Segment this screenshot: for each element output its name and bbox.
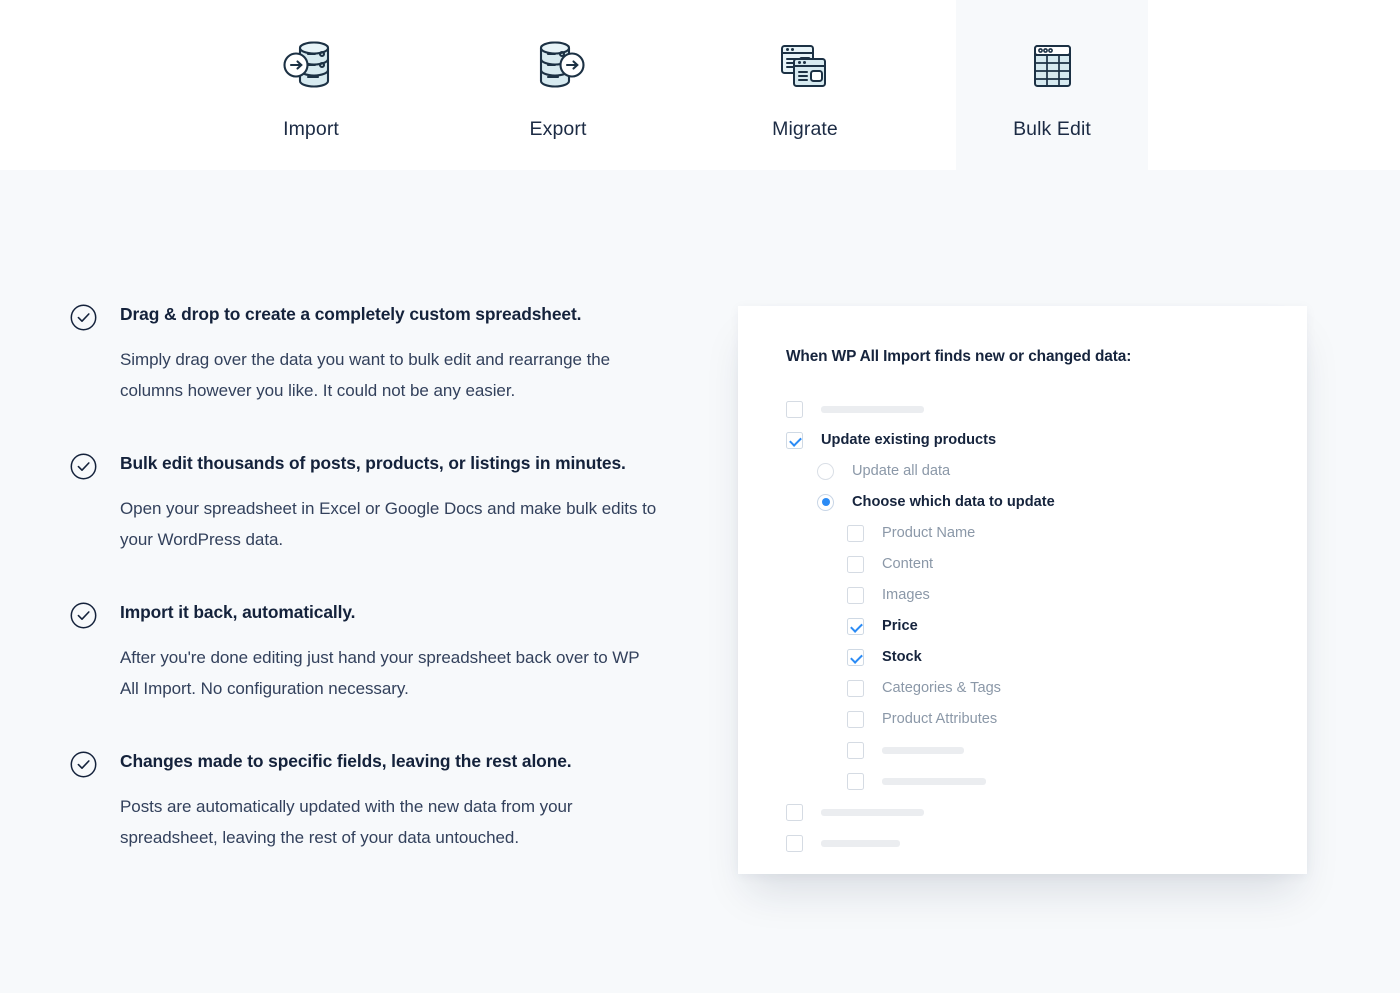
placeholder-bar — [821, 839, 900, 847]
feature-item: Changes made to specific fields, leaving… — [70, 748, 660, 853]
settings-row-label: Update all data — [852, 462, 951, 479]
tab-export[interactable]: Export — [462, 0, 654, 170]
placeholder-bar — [821, 405, 924, 413]
tabs-gap-2 — [654, 0, 709, 170]
product-tabs-bar: Import Export Migrate Bulk Edit — [0, 0, 1400, 170]
settings-row-label: Product Attributes — [882, 710, 998, 727]
settings-row[interactable]: Price — [786, 611, 1307, 641]
settings-row[interactable] — [786, 766, 1307, 796]
checkbox-checked[interactable] — [847, 648, 864, 666]
feature-title: Changes made to specific fields, leaving… — [120, 751, 572, 771]
settings-row-label: Choose which data to update — [852, 493, 1055, 510]
radio-selected[interactable] — [817, 493, 834, 511]
checkbox-unchecked[interactable] — [847, 524, 864, 542]
feature-body: Posts are automatically updated with the… — [120, 797, 573, 847]
placeholder-bar — [882, 777, 986, 785]
settings-row[interactable]: Choose which data to update — [786, 487, 1307, 517]
card-heading: When WP All Import finds new or changed … — [786, 348, 1132, 365]
settings-row[interactable] — [786, 394, 1307, 424]
tab-migrate[interactable]: Migrate — [709, 0, 901, 170]
main-content: Drag & drop to create a completely custo… — [0, 170, 1400, 993]
settings-row-label: Content — [882, 555, 934, 572]
checkbox-unchecked[interactable] — [786, 834, 803, 852]
tabs-gap-1 — [407, 0, 462, 170]
checkbox-unchecked[interactable] — [847, 772, 864, 790]
tabs-gap-3 — [901, 0, 956, 170]
feature-item: Import it back, automatically. After you… — [70, 599, 660, 704]
check-circle-icon — [70, 751, 97, 778]
settings-row[interactable] — [786, 797, 1307, 827]
radio-unselected[interactable] — [817, 462, 834, 480]
database-import-icon — [278, 36, 344, 96]
settings-row[interactable] — [786, 735, 1307, 765]
settings-row[interactable]: Update existing products — [786, 425, 1307, 455]
tabs-left-spacer — [0, 0, 215, 170]
spreadsheet-table-icon — [1019, 36, 1085, 96]
feature-list: Drag & drop to create a completely custo… — [70, 301, 660, 853]
settings-row[interactable]: Images — [786, 580, 1307, 610]
settings-row-label: Categories & Tags — [882, 679, 1001, 696]
feature-body: Open your spreadsheet in Excel or Google… — [120, 499, 657, 549]
settings-row-label: Update existing products — [821, 431, 997, 448]
settings-row-label: Product Name — [882, 524, 976, 541]
placeholder-bar — [882, 746, 964, 754]
checkbox-checked[interactable] — [786, 431, 803, 449]
tabs-right-spacer — [1148, 0, 1400, 170]
feature-title: Drag & drop to create a completely custo… — [120, 304, 582, 324]
update-settings-card: When WP All Import finds new or changed … — [738, 306, 1307, 874]
feature-title: Import it back, automatically. — [120, 602, 356, 622]
settings-row-label: Stock — [882, 648, 922, 665]
settings-row-list: Update existing products Update all data C… — [786, 394, 1307, 858]
check-circle-icon — [70, 453, 97, 480]
database-export-icon — [525, 36, 591, 96]
settings-row[interactable] — [786, 828, 1307, 858]
tab-import-label: Import — [283, 118, 339, 140]
checkbox-unchecked[interactable] — [786, 803, 803, 821]
checkbox-unchecked[interactable] — [847, 741, 864, 759]
settings-row[interactable]: Product Name — [786, 518, 1307, 548]
settings-row[interactable]: Categories & Tags — [786, 673, 1307, 703]
tab-bulk-edit-label: Bulk Edit — [1013, 118, 1091, 140]
feature-title: Bulk edit thousands of posts, products, … — [120, 453, 626, 473]
tab-import[interactable]: Import — [215, 0, 407, 170]
feature-item: Drag & drop to create a completely custo… — [70, 301, 660, 406]
settings-row-label: Images — [882, 586, 930, 603]
checkbox-unchecked[interactable] — [847, 586, 864, 604]
checkbox-checked[interactable] — [847, 617, 864, 635]
checkbox-unchecked[interactable] — [847, 710, 864, 728]
tab-migrate-label: Migrate — [772, 118, 838, 140]
tab-export-label: Export — [529, 118, 587, 140]
settings-row[interactable]: Product Attributes — [786, 704, 1307, 734]
check-circle-icon — [70, 602, 97, 629]
placeholder-bar — [821, 808, 924, 816]
check-circle-icon — [70, 304, 97, 331]
feature-body: Simply drag over the data you want to bu… — [120, 350, 611, 400]
feature-body: After you're done editing just hand your… — [120, 648, 640, 698]
checkbox-unchecked[interactable] — [786, 400, 803, 418]
migrate-windows-icon — [772, 36, 838, 96]
checkbox-unchecked[interactable] — [847, 555, 864, 573]
settings-row[interactable]: Stock — [786, 642, 1307, 672]
settings-row[interactable]: Update all data — [786, 456, 1307, 486]
settings-row[interactable]: Content — [786, 549, 1307, 579]
feature-item: Bulk edit thousands of posts, products, … — [70, 450, 660, 555]
settings-row-label: Price — [882, 617, 918, 634]
checkbox-unchecked[interactable] — [847, 679, 864, 697]
tab-bulk-edit[interactable]: Bulk Edit — [956, 0, 1148, 170]
